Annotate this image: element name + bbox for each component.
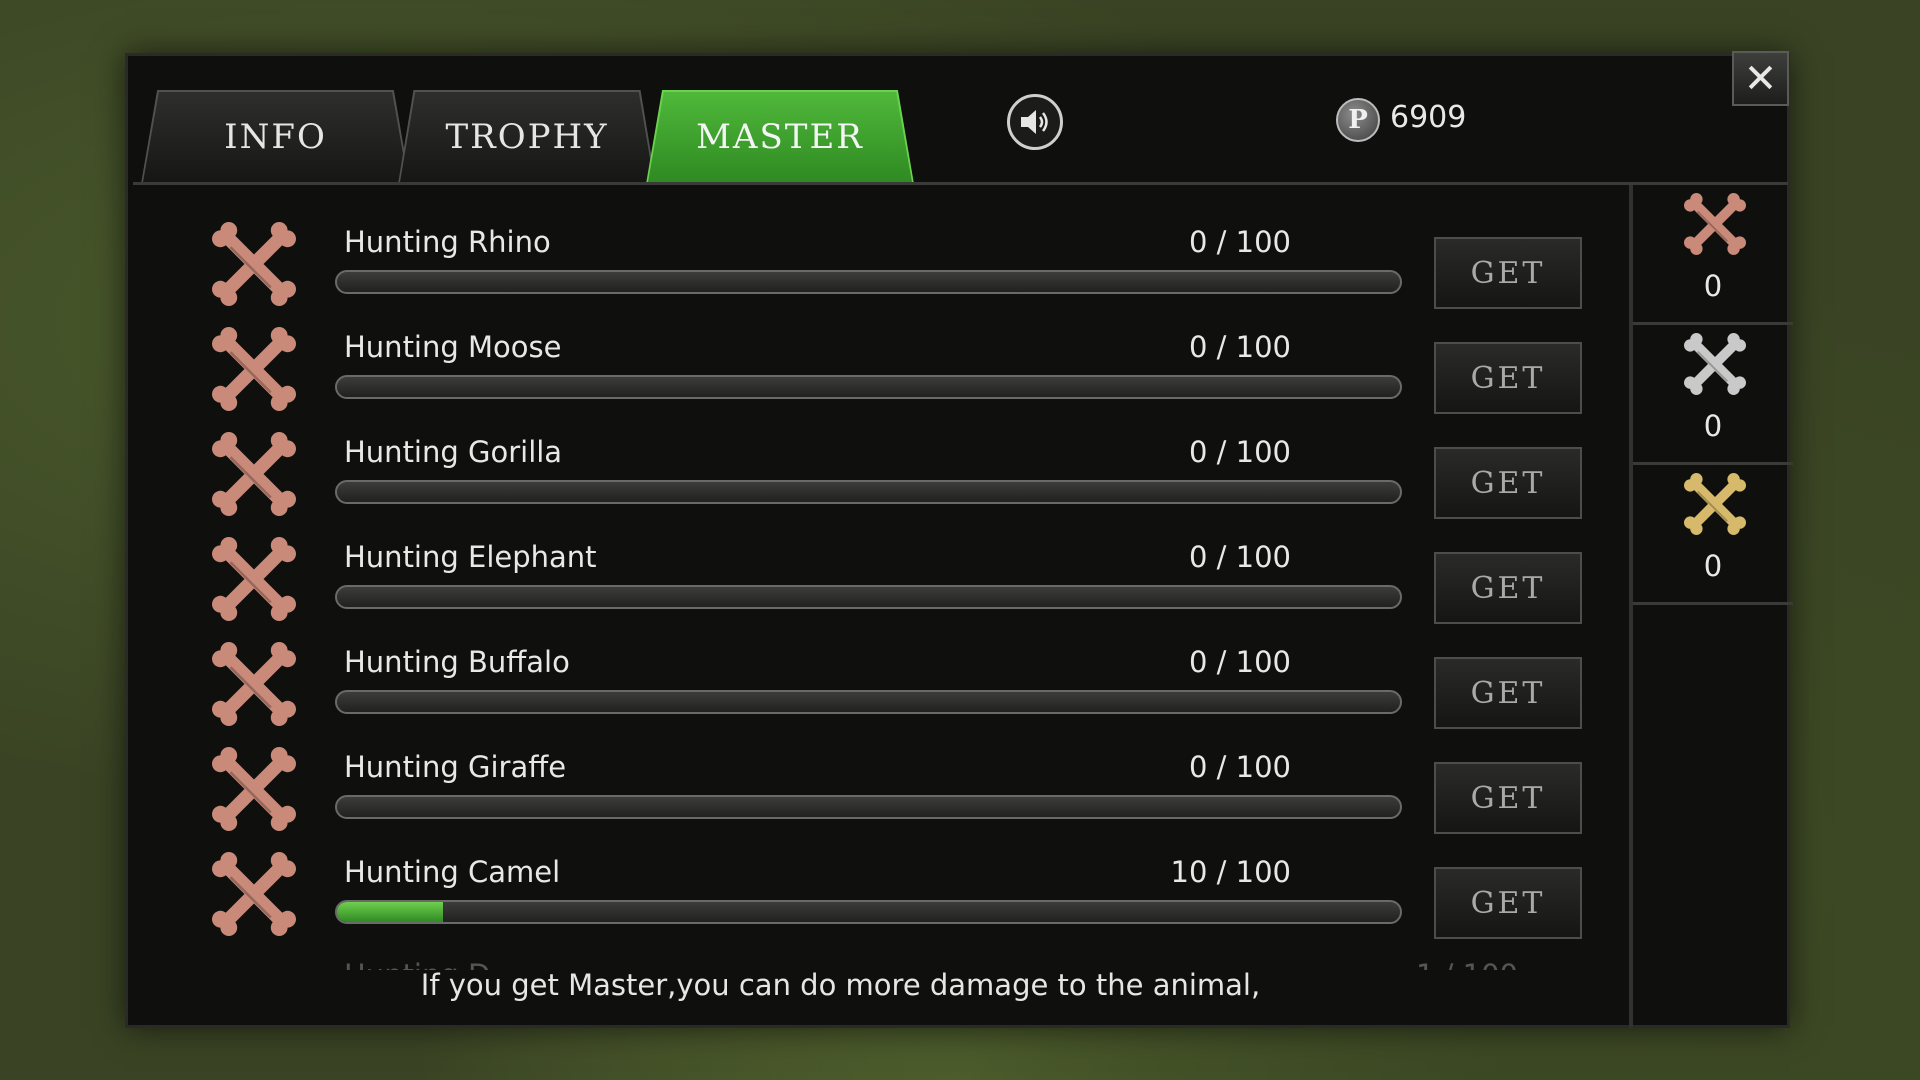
master-row: Hunting Elephant 0 / 100 GET <box>133 503 1629 624</box>
tab-trophy[interactable]: TROPHY <box>400 92 654 182</box>
tab-info[interactable]: INFO <box>143 92 408 182</box>
master-row-progress: 0 / 100 <box>1188 750 1291 784</box>
master-row-progress-bar <box>335 270 1402 294</box>
points-coin-icon: P <box>1336 98 1380 142</box>
master-list[interactable]: Hunting D... 1 / 100 Hunting Rhino 0 / 1… <box>133 188 1629 970</box>
master-row: Hunting Buffalo 0 / 100 GET <box>133 608 1629 729</box>
get-button[interactable]: GET <box>1434 867 1582 939</box>
silver-bones-icon <box>1683 333 1747 395</box>
bronze-bones-icon <box>1683 193 1747 255</box>
master-row-progress-bar <box>335 480 1402 504</box>
progress-fill <box>337 902 444 922</box>
master-row-progress: 10 / 100 <box>1170 855 1291 889</box>
sound-toggle-button[interactable] <box>1007 94 1063 150</box>
master-row-progress-bar <box>335 795 1402 819</box>
master-row: Hunting Moose 0 / 100 GET <box>133 293 1629 414</box>
master-row-progress: 0 / 100 <box>1188 435 1291 469</box>
master-row-progress-bar <box>335 375 1402 399</box>
close-icon: ✕ <box>1743 55 1778 102</box>
header-divider <box>133 182 1788 185</box>
reward-count: 0 <box>1703 409 1723 443</box>
master-row-progress: 0 / 100 <box>1188 645 1291 679</box>
master-row-progress: 0 / 100 <box>1188 330 1291 364</box>
master-row-progress: 0 / 100 <box>1188 540 1291 574</box>
reward-slot-silver: 0 <box>1633 325 1793 465</box>
master-row: Hunting Rhino 0 / 100 GET <box>133 188 1629 309</box>
points-value: 6909 <box>1390 100 1467 135</box>
master-row-progress-bar <box>335 585 1402 609</box>
master-row-name: Hunting Moose <box>344 330 562 364</box>
reward-slot-gold: 0 <box>1633 465 1793 605</box>
reward-slot-bronze: 0 <box>1633 185 1793 325</box>
master-row-progress-bar <box>335 690 1402 714</box>
master-row-name: Hunting Camel <box>344 855 561 889</box>
reward-count: 0 <box>1703 269 1723 303</box>
bronze-bones-icon <box>211 852 297 936</box>
tab-master[interactable]: MASTER <box>648 92 912 182</box>
gold-bones-icon <box>1683 473 1747 535</box>
master-row-progress-bar <box>335 900 1402 924</box>
master-row: Hunting Gorilla 0 / 100 GET <box>133 398 1629 519</box>
close-button[interactable]: ✕ <box>1732 51 1789 106</box>
footer-hint: If you get Master,you can do more damage… <box>420 968 1261 1002</box>
master-row-name: Hunting Elephant <box>344 540 597 574</box>
master-row: Hunting Camel 10 / 100 GET <box>133 818 1629 939</box>
master-row-name: Hunting Buffalo <box>344 645 570 679</box>
master-row-name: Hunting Gorilla <box>344 435 563 469</box>
reward-count: 0 <box>1703 549 1723 583</box>
master-row-progress: 0 / 100 <box>1188 225 1291 259</box>
speaker-icon <box>1021 110 1048 134</box>
master-row-name: Hunting Giraffe <box>344 750 567 784</box>
master-row-name: Hunting Rhino <box>344 225 551 259</box>
master-row: Hunting Giraffe 0 / 100 GET <box>133 713 1629 834</box>
